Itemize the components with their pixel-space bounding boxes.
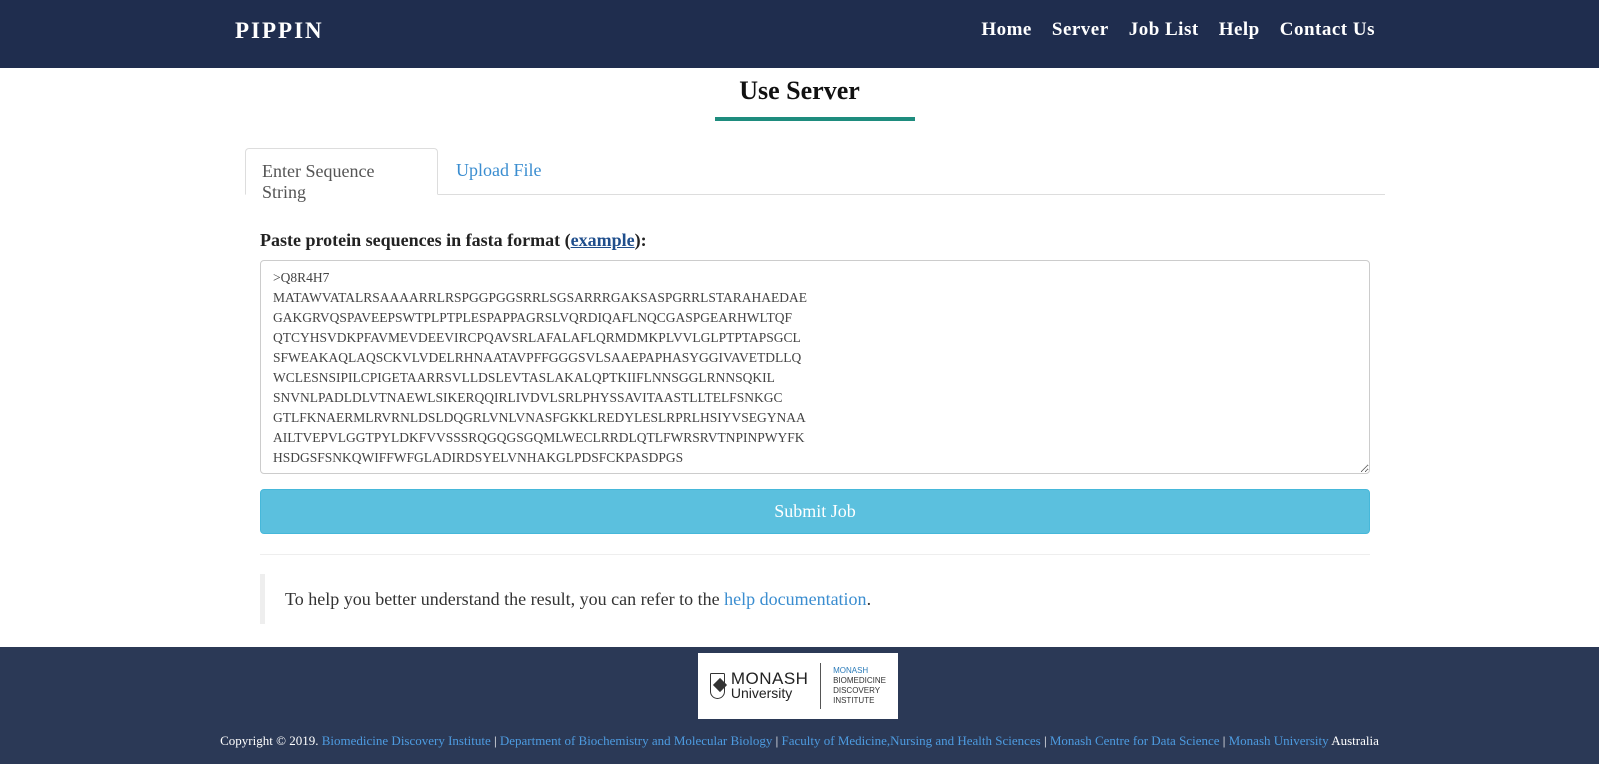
footer-link-medicine[interactable]: Faculty of Medicine,Nursing and Health S… [782,733,1041,748]
section-divider [260,554,1370,555]
logo-separator [820,663,822,709]
nav-help-link[interactable]: Help [1219,19,1260,41]
tab-enter-sequence[interactable]: Enter Sequence String [245,148,438,202]
footer-link-monash[interactable]: Monash University [1229,733,1329,748]
footer-country: Australia [1331,733,1379,748]
footer-link-biochemistry[interactable]: Department of Biochemistry and Molecular… [500,733,773,748]
sequence-textarea[interactable]: >Q8R4H7 MATAWVATALRSAAAARRLRSPGGPGGSRRLS… [260,260,1370,474]
monash-crest-icon [710,673,725,699]
bdi-discovery: DISCOVERY [833,686,881,695]
nav-links: Home Server Job List Help Contact Us [981,19,1375,41]
footer-separator: | [1043,733,1047,748]
help-text-suffix: . [866,589,872,609]
monash-word: MONASH [730,669,809,688]
university-word: University [730,685,793,701]
help-documentation-link[interactable]: help documentation [724,589,866,609]
input-tabs: Enter Sequence String Upload File [245,148,1385,202]
bdi-wordmark: MONASH BIOMEDICINE DISCOVERY INSTITUTE [833,666,886,706]
nav-job-list-link[interactable]: Job List [1129,19,1199,41]
title-underline [715,117,915,121]
monash-wordmark: MONASH University [730,669,809,701]
top-navbar: PIPPIN Home Server Job List Help Contact… [0,0,1599,68]
submit-job-button[interactable]: Submit Job [260,489,1370,534]
bdi-biomedicine: BIOMEDICINE [833,676,886,685]
footer-separator: | [493,733,497,748]
label-prefix: Paste protein sequences in fasta format … [260,230,571,250]
footer-link-bdi[interactable]: Biomedicine Discovery Institute [322,733,491,748]
brand-logo[interactable]: PIPPIN [235,18,324,44]
nav-contact-link[interactable]: Contact Us [1280,19,1375,41]
bdi-monash: MONASH [833,666,869,675]
help-text-prefix: To help you better understand the result… [285,589,725,609]
footer-separator: | [775,733,779,748]
footer: MONASH University MONASH BIOMEDICINE DIS… [0,647,1599,764]
copyright-text: Copyright © 2019. [220,733,319,748]
footer-separator: | [1222,733,1226,748]
example-link[interactable]: example [571,230,635,250]
label-suffix: ): [634,230,647,250]
copyright-line: Copyright © 2019. Biomedicine Discovery … [0,733,1599,749]
help-note: To help you better understand the result… [260,574,1370,624]
monash-bdi-logo[interactable]: MONASH University MONASH BIOMEDICINE DIS… [698,653,898,719]
nav-home-link[interactable]: Home [981,19,1032,41]
page-title: Use Server [739,76,860,105]
sequence-field-label: Paste protein sequences in fasta format … [260,230,647,251]
nav-server-link[interactable]: Server [1052,19,1109,41]
tab-upload-file[interactable]: Upload File [440,148,558,195]
footer-link-data-science[interactable]: Monash Centre for Data Science [1050,733,1220,748]
bdi-institute: INSTITUTE [833,696,875,705]
